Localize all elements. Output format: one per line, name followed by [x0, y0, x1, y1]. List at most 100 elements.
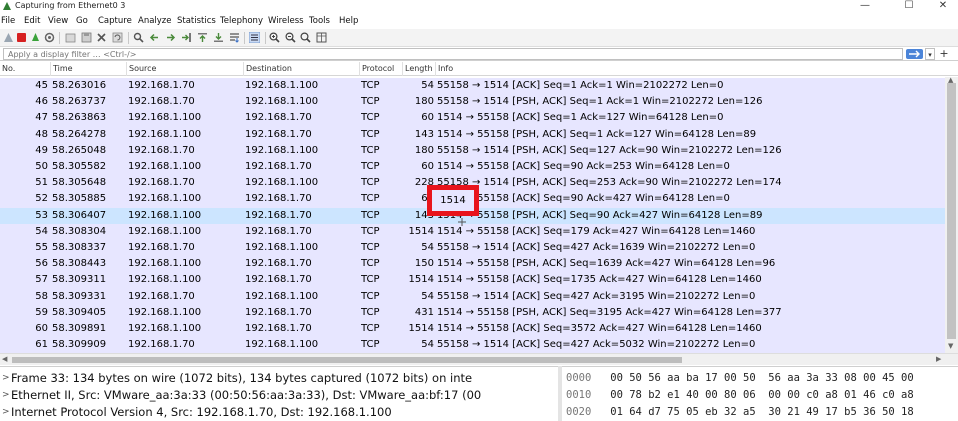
title-bar: Capturing from Ethernet0 3 — ☐ ✕	[0, 0, 958, 13]
menu-view[interactable]: View	[48, 15, 68, 27]
find-icon[interactable]	[133, 32, 144, 43]
maximize-button[interactable]: ☐	[894, 0, 924, 13]
close-file-icon[interactable]	[96, 32, 107, 43]
cell-source: 192.168.1.100	[128, 209, 202, 221]
cell-destination: 192.168.1.70	[245, 112, 312, 124]
filter-history-dropdown[interactable]: ▾	[925, 48, 935, 60]
menu-capture[interactable]: Capture	[98, 15, 132, 27]
column-header-no[interactable]: No.	[0, 62, 50, 76]
reload-icon[interactable]	[112, 32, 123, 43]
go-back-icon[interactable]	[149, 32, 160, 43]
add-filter-button[interactable]: +	[938, 47, 950, 61]
scroll-down-arrow-icon[interactable]: ▼	[948, 342, 953, 350]
menu-edit[interactable]: Edit	[24, 15, 40, 27]
packet-row[interactable]: 54 58.308304 192.168.1.100 192.168.1.70 TCP 1…	[0, 223, 945, 240]
cell-info: 55158 → 1514 [PSH, ACK] Seq=127 Ack=90 W…	[437, 144, 782, 156]
go-forward-icon[interactable]	[165, 32, 176, 43]
column-header-length[interactable]: Length	[402, 62, 435, 76]
restart-icon[interactable]	[30, 32, 41, 43]
cell-info: 1514 → 55158 [PSH, ACK] Seq=3195 Ack=427…	[437, 306, 782, 318]
display-filter-bar: ▾ +	[0, 47, 958, 61]
detail-frame[interactable]: > Frame 33: 134 bytes on wire (1072 bits…	[0, 370, 558, 387]
packet-row[interactable]: 48 58.264278 192.168.1.100 192.168.1.70 TCP 1…	[0, 126, 945, 143]
column-header-protocol[interactable]: Protocol	[359, 62, 402, 76]
cell-source: 192.168.1.100	[128, 225, 202, 237]
expand-arrow-icon[interactable]: >	[2, 387, 10, 404]
packet-row[interactable]: 47 58.263863 192.168.1.100 192.168.1.70 TCP 6…	[0, 110, 945, 127]
stop-icon[interactable]	[16, 32, 27, 43]
main-toolbar	[0, 29, 958, 47]
packet-row[interactable]: 56 58.308443 192.168.1.100 192.168.1.70 TCP 1…	[0, 256, 945, 273]
menu-help[interactable]: Help	[339, 15, 358, 27]
packet-row[interactable]: 60 58.309891 192.168.1.100 192.168.1.70 TCP 1…	[0, 321, 945, 338]
shark-fin-start-icon[interactable]	[3, 32, 14, 43]
packet-row[interactable]: 49 58.265048 192.168.1.70 192.168.1.100 TCP 1…	[0, 142, 945, 159]
cell-protocol: TCP	[361, 258, 380, 270]
packet-row[interactable]: 61 58.309909 192.168.1.70 192.168.1.100 TCP 5…	[0, 337, 945, 353]
packet-row[interactable]: 58 58.309331 192.168.1.70 192.168.1.100 TCP 5…	[0, 288, 945, 305]
scroll-left-arrow-icon[interactable]: ◀	[2, 355, 7, 363]
cell-info: 55158 → 1514 [ACK] Seq=427 Ack=3195 Win=…	[437, 290, 756, 302]
cell-destination: 192.168.1.70	[245, 306, 312, 318]
autoscroll-icon[interactable]	[229, 32, 240, 43]
packet-list-vertical-scrollbar[interactable]: ▲ ▼	[945, 76, 958, 353]
detail-ethernet[interactable]: > Ethernet II, Src: VMware_aa:3a:33 (00:…	[0, 387, 558, 404]
menu-tools[interactable]: Tools	[309, 15, 330, 27]
packet-bytes-pane: 0000 00 50 56 aa ba 17 00 50 56 aa 3a 33…	[562, 366, 958, 421]
open-file-icon[interactable]	[65, 32, 76, 43]
cell-source: 192.168.1.100	[128, 274, 202, 286]
cell-destination: 192.168.1.70	[245, 193, 312, 205]
scroll-right-arrow-icon[interactable]: ▶	[936, 355, 941, 363]
menu-statistics[interactable]: Statistics	[177, 15, 216, 27]
menu-go[interactable]: Go	[76, 15, 88, 27]
cell-info: 55158 → 1514 [ACK] Seq=1 Ack=1 Win=21022…	[437, 80, 724, 91]
cell-no: 45	[35, 80, 48, 91]
cell-length: 1514	[408, 323, 434, 334]
cell-source: 192.168.1.70	[128, 242, 195, 253]
cell-length: 180	[414, 96, 434, 108]
expand-arrow-icon[interactable]: >	[2, 404, 10, 421]
menu-wireless[interactable]: Wireless	[268, 15, 304, 27]
cell-destination: 192.168.1.70	[245, 209, 312, 221]
cell-no: 47	[35, 112, 48, 124]
window-title: Capturing from Ethernet0 3	[15, 1, 126, 10]
last-packet-icon[interactable]	[213, 32, 224, 43]
close-button[interactable]: ✕	[928, 0, 958, 13]
horizontal-scroll-thumb[interactable]	[12, 357, 682, 363]
packet-row[interactable]: 55 58.308337 192.168.1.70 192.168.1.100 TCP 5…	[0, 240, 945, 257]
column-header-time[interactable]: Time	[50, 62, 126, 76]
column-header-source[interactable]: Source	[126, 62, 243, 76]
first-packet-icon[interactable]	[197, 32, 208, 43]
go-to-packet-icon[interactable]	[181, 32, 192, 43]
expand-arrow-icon[interactable]: >	[2, 370, 10, 387]
resize-columns-icon[interactable]	[316, 32, 327, 43]
menu-analyze[interactable]: Analyze	[138, 15, 172, 27]
colorize-icon[interactable]	[249, 32, 260, 43]
zoom-in-icon[interactable]	[269, 32, 280, 43]
menu-file[interactable]: File	[1, 15, 15, 27]
zoom-normal-icon[interactable]	[300, 32, 311, 43]
packet-row[interactable]: 57 58.309311 192.168.1.100 192.168.1.70 TCP 1…	[0, 272, 945, 289]
apply-filter-arrow-icon[interactable]	[906, 49, 923, 59]
column-header-info[interactable]: Info	[435, 62, 945, 76]
packet-row[interactable]: 59 58.309405 192.168.1.100 192.168.1.70 TCP 4…	[0, 304, 945, 321]
cell-protocol: TCP	[361, 339, 380, 351]
packet-row[interactable]: 46 58.263737 192.168.1.70 192.168.1.100 TCP 1…	[0, 94, 945, 111]
save-file-icon[interactable]	[81, 32, 92, 43]
column-header-destination[interactable]: Destination	[243, 62, 359, 76]
packet-row[interactable]: 45 58.263016 192.168.1.70 192.168.1.100 TCP 5…	[0, 78, 945, 95]
packet-row[interactable]: 50 58.305582 192.168.1.100 192.168.1.70 TCP 6…	[0, 159, 945, 176]
mouse-cursor-icon	[458, 218, 466, 226]
zoom-out-icon[interactable]	[285, 32, 296, 43]
vertical-scroll-thumb[interactable]	[947, 83, 956, 339]
menu-telephony[interactable]: Telephony	[220, 15, 263, 27]
cell-protocol: TCP	[361, 323, 380, 334]
display-filter-input[interactable]	[3, 48, 903, 60]
packet-list-horizontal-scrollbar[interactable]: ◀ ▶	[0, 353, 958, 365]
cell-protocol: TCP	[361, 225, 380, 237]
detail-ipv4[interactable]: > Internet Protocol Version 4, Src: 192.…	[0, 404, 558, 421]
cell-destination: 192.168.1.100	[245, 144, 319, 156]
cell-no: 53	[35, 209, 48, 221]
capture-options-icon[interactable]	[44, 32, 55, 43]
minimize-button[interactable]: —	[850, 0, 880, 13]
